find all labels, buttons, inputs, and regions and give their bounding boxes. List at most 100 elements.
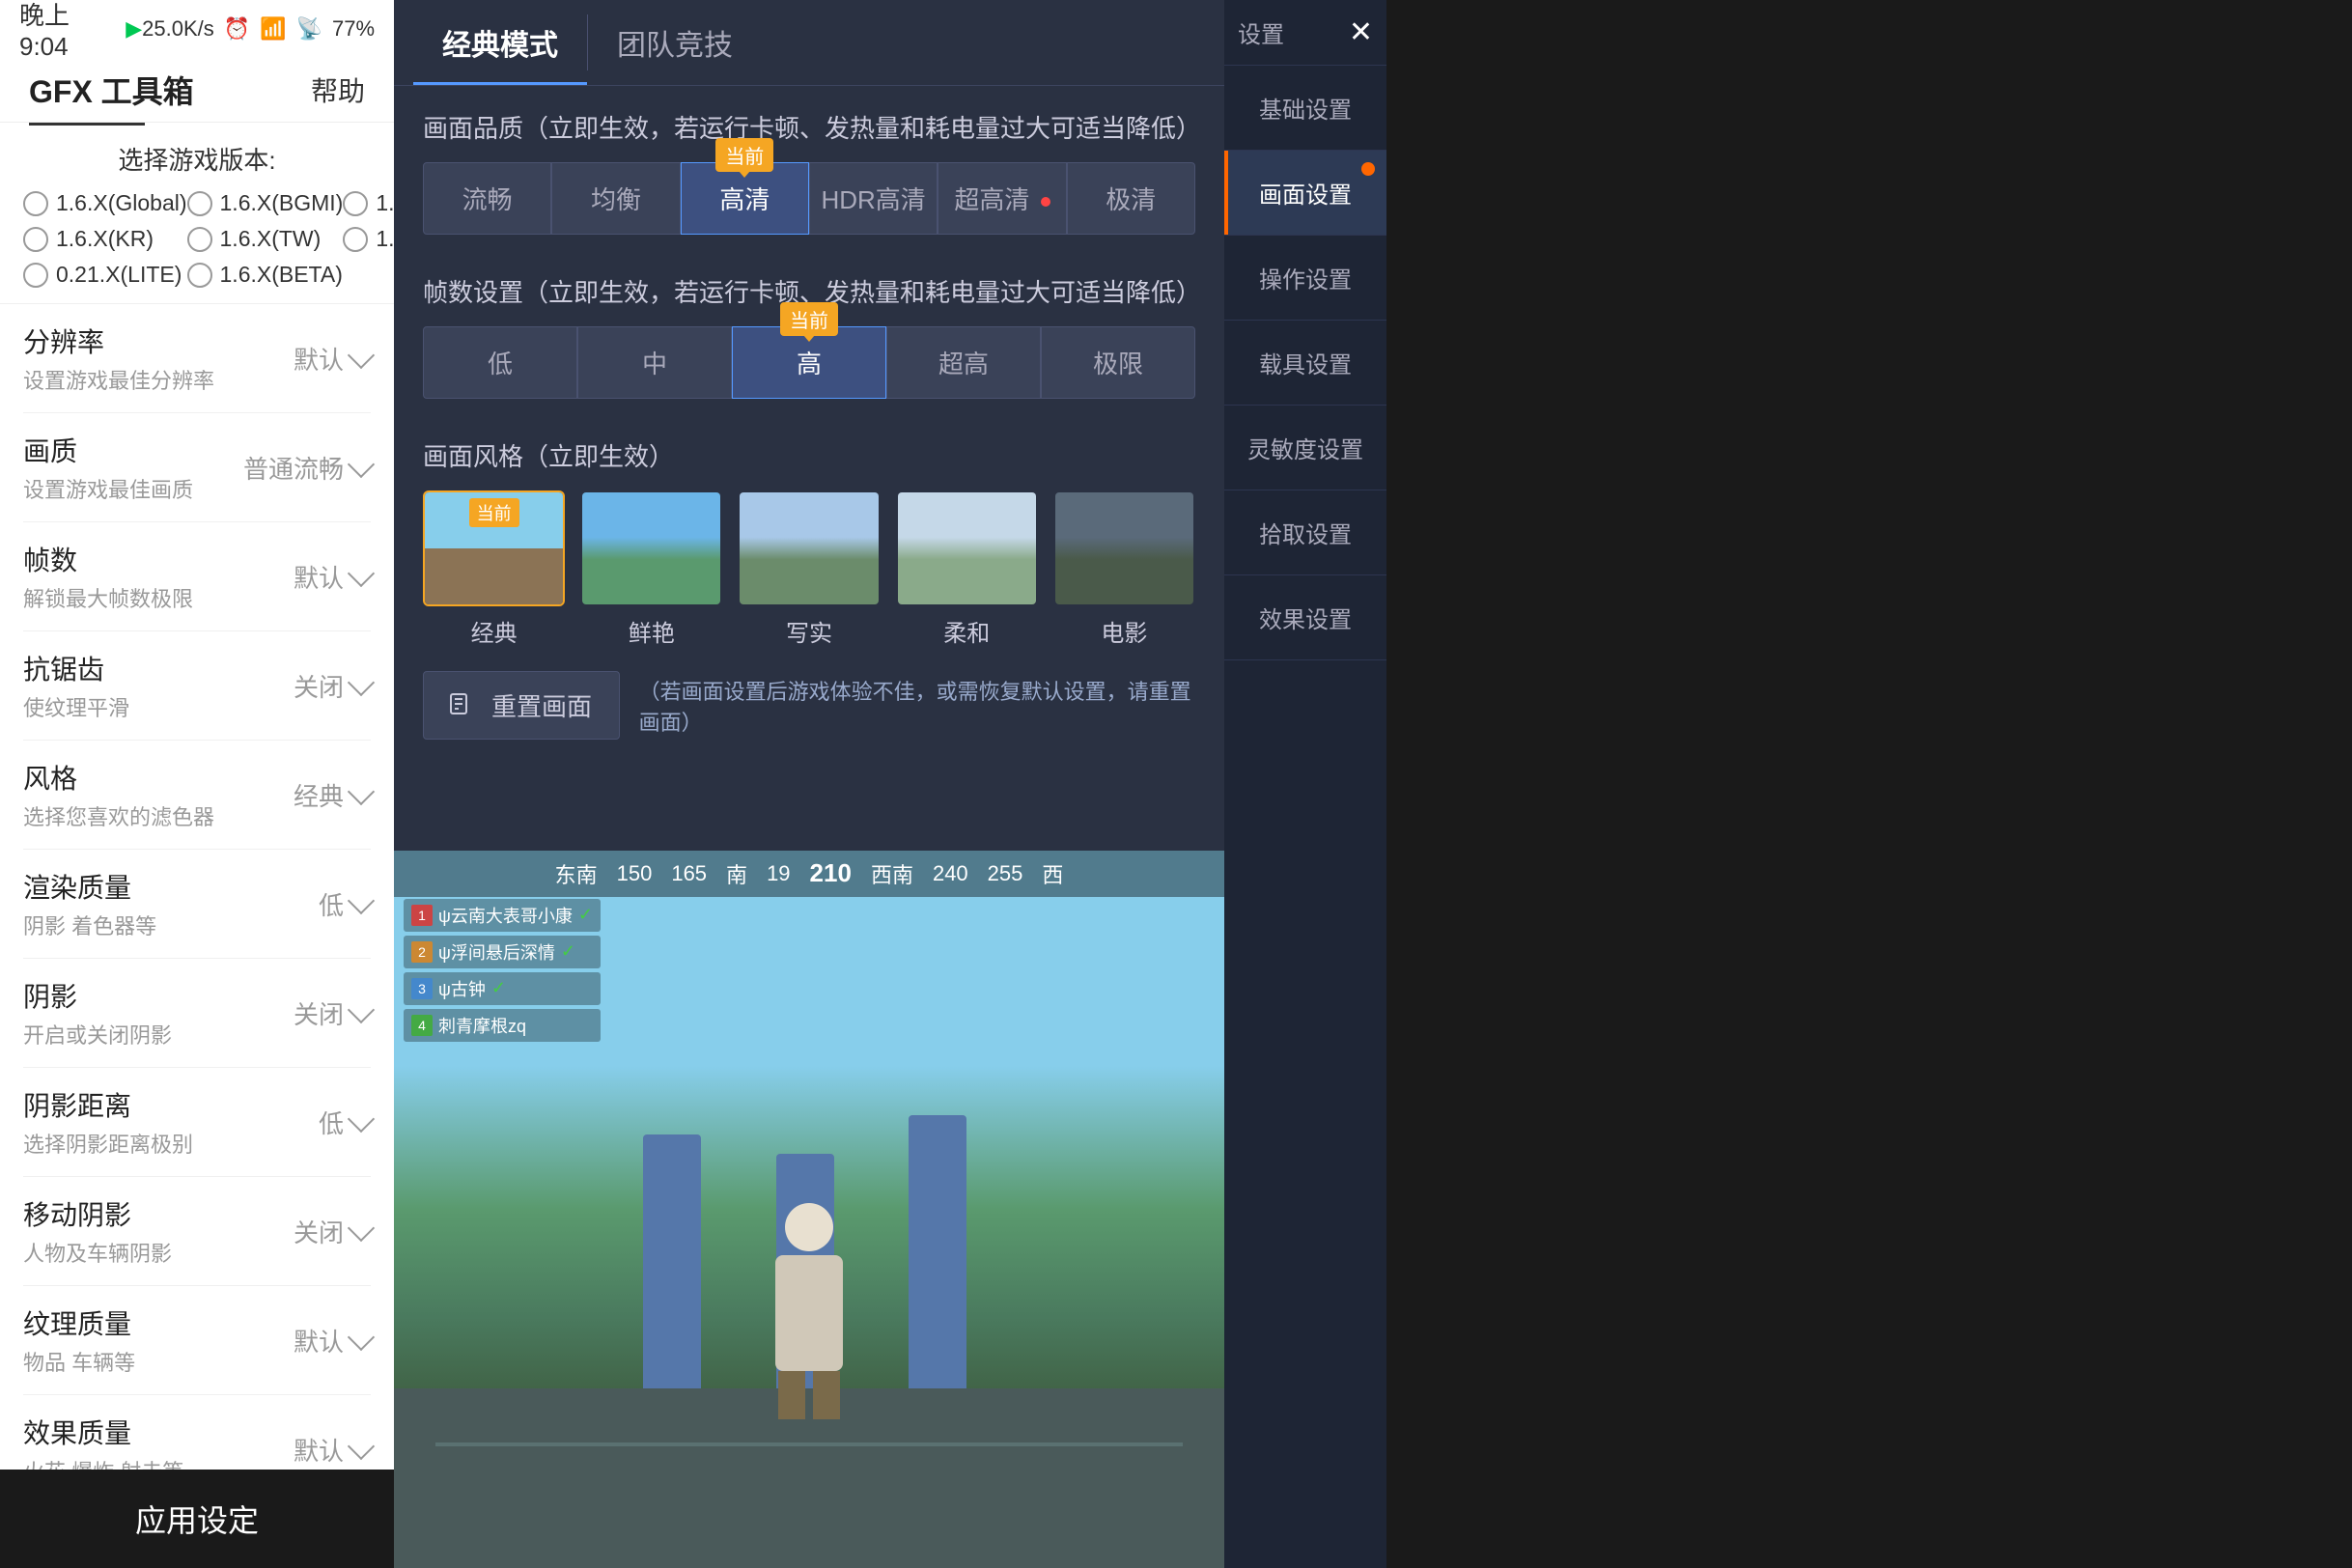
style-classic[interactable]: 当前 经典 — [423, 490, 565, 648]
radio-beta[interactable] — [187, 263, 212, 288]
reset-button[interactable]: 重置画面 — [423, 671, 620, 740]
moving-shadow-name: 移动阴影 — [23, 1194, 294, 1233]
moving-shadow-chevron — [348, 1215, 375, 1242]
radio-tw[interactable] — [187, 227, 212, 252]
fps-value[interactable]: 默认 — [294, 559, 371, 595]
style-classic-img[interactable]: 当前 — [423, 490, 565, 606]
antialiasing-desc: 使纹理平滑 — [23, 691, 294, 722]
shadow-value[interactable]: 关闭 — [294, 995, 371, 1031]
fps-btn-super[interactable]: 超高 — [886, 326, 1041, 399]
radio-global[interactable] — [23, 191, 48, 216]
version-lite[interactable]: 0.21.X(LITE) — [23, 262, 187, 288]
moving-shadow-setting[interactable]: 移动阴影 人物及车辆阴影 关闭 — [23, 1177, 371, 1286]
style-realistic-img[interactable] — [738, 490, 880, 606]
quality-value[interactable]: 普通流畅 — [243, 450, 371, 486]
antialiasing-setting[interactable]: 抗锯齿 使纹理平滑 关闭 — [23, 631, 371, 741]
pillar-3 — [909, 1115, 966, 1424]
resolution-setting[interactable]: 分辨率 设置游戏最佳分辨率 默认 — [23, 304, 371, 413]
help-button[interactable]: 帮助 — [311, 70, 365, 109]
version-beta[interactable]: 1.6.X(BETA) — [187, 262, 344, 288]
style-soft-img[interactable] — [896, 490, 1038, 606]
squad-name-4: 刺青摩根zq — [438, 1013, 526, 1038]
effect-quality-name: 效果质量 — [23, 1413, 294, 1451]
style-vivid-img[interactable] — [580, 490, 722, 606]
texture-quality-value[interactable]: 默认 — [294, 1323, 371, 1358]
moving-shadow-value[interactable]: 关闭 — [294, 1214, 371, 1249]
game-preview: 东南 150 165 南 19 210 西南 240 255 西 1 ψ云南大表… — [394, 851, 1224, 1568]
texture-quality-setting[interactable]: 纹理质量 物品 车辆等 默认 — [23, 1286, 371, 1395]
sidebar-item-basic[interactable]: 基础设置 — [1224, 66, 1386, 151]
alarm-icon: ⏰ — [224, 16, 250, 42]
quality-current-badge: 当前 — [715, 138, 773, 172]
sidebar-settings-label: 设置 — [1238, 15, 1284, 49]
quality-btn-extreme[interactable]: 极清 — [1067, 162, 1195, 235]
quality-btn-balanced[interactable]: 均衡 — [551, 162, 680, 235]
compass-se: 东南 — [555, 858, 598, 889]
fps-btn-medium[interactable]: 中 — [577, 326, 732, 399]
quality-btn-smooth[interactable]: 流畅 — [423, 162, 551, 235]
render-quality-value[interactable]: 低 — [319, 886, 371, 922]
sidebar-item-vehicle[interactable]: 载具设置 — [1224, 321, 1386, 406]
fps-btn-low[interactable]: 低 — [423, 326, 577, 399]
texture-quality-name: 纹理质量 — [23, 1303, 294, 1342]
radio-bgmi[interactable] — [187, 191, 212, 216]
close-button[interactable]: ✕ — [1349, 15, 1373, 49]
resolution-name: 分辨率 — [23, 322, 294, 360]
effect-quality-value[interactable]: 默认 — [294, 1432, 371, 1468]
fps-btn-high[interactable]: 当前 高 — [732, 326, 886, 399]
fps-btn-extreme[interactable]: 极限 — [1041, 326, 1195, 399]
style-soft[interactable]: 柔和 — [896, 490, 1038, 648]
tab-team[interactable]: 团队竞技 — [588, 0, 762, 85]
effect-quality-desc: 火花 爆炸 射击等 — [23, 1455, 294, 1470]
version-bgmi[interactable]: 1.6.X(BGMI) — [187, 190, 344, 216]
compass-240: 240 — [933, 861, 968, 886]
effect-quality-setting[interactable]: 效果质量 火花 爆炸 射击等 默认 — [23, 1395, 371, 1470]
radio-lite[interactable] — [23, 263, 48, 288]
squad-name-1: ψ云南大表哥小康 — [438, 903, 573, 928]
shadow-distance-setting[interactable]: 阴影距离 选择阴影距离极别 低 — [23, 1068, 371, 1177]
sidebar-item-pickup[interactable]: 拾取设置 — [1224, 490, 1386, 575]
version-vn[interactable]: 1.6.X(VN) — [343, 226, 394, 252]
style-cinematic-img[interactable] — [1053, 490, 1195, 606]
shadow-setting[interactable]: 阴影 开启或关闭阴影 关闭 — [23, 959, 371, 1068]
version-kr[interactable]: 1.6.X(KR) — [23, 226, 187, 252]
fps-setting[interactable]: 帧数 解锁最大帧数极限 默认 — [23, 522, 371, 631]
radio-cn[interactable] — [343, 191, 368, 216]
right-sidebar: 设置 ✕ 基础设置 画面设置 操作设置 载具设置 灵敏度设置 拾取设置 效果设置 — [1224, 0, 1386, 1568]
resolution-value[interactable]: 默认 — [294, 341, 371, 377]
style-cinematic[interactable]: 电影 — [1053, 490, 1195, 648]
style-cinematic-label: 电影 — [1101, 614, 1147, 648]
resolution-desc: 设置游戏最佳分辨率 — [23, 364, 294, 395]
player-head — [785, 1203, 833, 1251]
compass-west: 西 — [1042, 858, 1063, 889]
radio-kr[interactable] — [23, 227, 48, 252]
sidebar-item-effects[interactable]: 效果设置 — [1224, 575, 1386, 660]
compass-165: 165 — [671, 861, 707, 886]
antialiasing-value[interactable]: 关闭 — [294, 668, 371, 704]
version-tw[interactable]: 1.6.X(TW) — [187, 226, 344, 252]
quality-btn-hd[interactable]: 当前 高清 — [681, 162, 809, 235]
antialiasing-chevron — [348, 669, 375, 696]
apply-button[interactable]: 应用设定 — [0, 1470, 394, 1568]
texture-quality-desc: 物品 车辆等 — [23, 1346, 294, 1377]
style-setting[interactable]: 风格 选择您喜欢的滤色器 经典 — [23, 741, 371, 850]
reset-label: 重置画面 — [491, 687, 592, 723]
fps-desc: 解锁最大帧数极限 — [23, 582, 294, 613]
quality-setting[interactable]: 画质 设置游戏最佳画质 普通流畅 — [23, 413, 371, 522]
style-value[interactable]: 经典 — [294, 777, 371, 813]
shadow-distance-value[interactable]: 低 — [319, 1105, 371, 1140]
radio-vn[interactable] — [343, 227, 368, 252]
style-vivid[interactable]: 鲜艳 — [580, 490, 722, 648]
version-global[interactable]: 1.6.X(Global) — [23, 190, 187, 216]
version-cn[interactable]: 1.13.X(CN) — [343, 190, 394, 216]
tab-classic[interactable]: 经典模式 — [413, 0, 587, 85]
style-realistic[interactable]: 写实 — [738, 490, 880, 648]
sidebar-item-sensitivity[interactable]: 灵敏度设置 — [1224, 406, 1386, 490]
sidebar-item-controls[interactable]: 操作设置 — [1224, 236, 1386, 321]
quality-btn-hdr[interactable]: HDR高清 — [809, 162, 938, 235]
quality-btn-ultra[interactable]: 超高清 — [938, 162, 1066, 235]
render-quality-setting[interactable]: 渲染质量 阴影 着色器等 低 — [23, 850, 371, 959]
squad-item-1: 1 ψ云南大表哥小康 ✓ — [404, 899, 601, 932]
game-hud-top: 东南 150 165 南 19 210 西南 240 255 西 — [394, 851, 1224, 897]
sidebar-item-display[interactable]: 画面设置 — [1224, 151, 1386, 236]
